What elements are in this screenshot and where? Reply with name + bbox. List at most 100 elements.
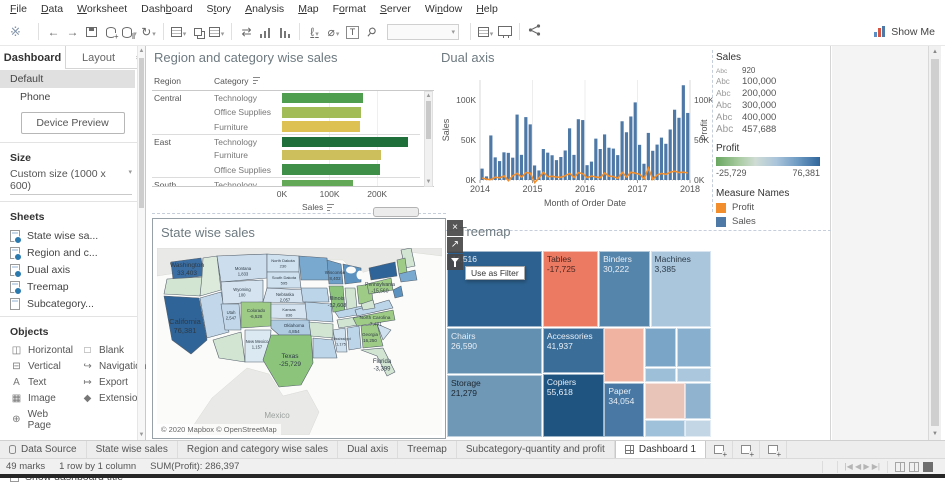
sort-descending-icon[interactable] <box>275 25 294 39</box>
group-members-icon[interactable]: ⌀▾ <box>324 25 343 39</box>
treemap-cell[interactable]: Binders30,222 <box>599 251 650 327</box>
show-me-button[interactable]: Show Me <box>874 26 935 38</box>
share-icon[interactable] <box>525 24 544 39</box>
sheet-tab-dashboard-1[interactable]: Dashboard 1 <box>615 441 706 458</box>
menu-analysis[interactable]: Analysis <box>238 1 291 17</box>
swap-rows-columns-icon[interactable]: ⇄ <box>237 25 256 39</box>
sort-icon[interactable] <box>327 204 334 211</box>
sheet-item[interactable]: State wise sa... <box>0 227 145 244</box>
sales-bar[interactable] <box>282 137 408 148</box>
measure-legend-entry[interactable]: Profit <box>716 202 828 213</box>
redo-icon[interactable]: → <box>63 25 82 39</box>
menu-file[interactable]: File <box>3 1 34 17</box>
sales-bar[interactable] <box>625 132 628 180</box>
device-preview-button[interactable]: Device Preview <box>21 112 125 134</box>
treemap-cell[interactable] <box>685 420 711 437</box>
sheet-item[interactable]: Treemap <box>0 278 145 295</box>
sales-bar[interactable] <box>282 107 361 118</box>
sales-bar[interactable] <box>507 153 510 180</box>
tab-dashboard[interactable]: Dashboard <box>0 46 66 69</box>
state-oregon[interactable] <box>164 277 203 296</box>
menu-story[interactable]: Story <box>200 1 239 17</box>
fit-selector[interactable]: ▾ <box>387 24 459 40</box>
highlight-icon[interactable]: ℓ▾ <box>305 25 324 39</box>
new-story-tab[interactable] <box>760 441 787 458</box>
region-column-header[interactable]: Region <box>154 76 181 86</box>
device-phone[interactable]: Phone <box>0 88 145 106</box>
region-chart-scrollbar[interactable]: ▲▼ <box>424 91 433 187</box>
treemap-cell[interactable] <box>645 383 684 419</box>
sales-bar[interactable] <box>599 149 602 180</box>
sales-legend-entry[interactable]: Abc920 <box>716 66 828 75</box>
object-vertical[interactable]: ⊟Vertical <box>6 358 77 374</box>
run-update-icon[interactable]: ↻▾ <box>139 25 158 39</box>
sales-legend-entry[interactable]: Abc200,000 <box>716 88 828 99</box>
menu-worksheet[interactable]: Worksheet <box>70 1 134 17</box>
sales-bar[interactable] <box>673 110 676 180</box>
presentation-mode-icon[interactable] <box>495 25 514 39</box>
object-text[interactable]: AText <box>6 374 77 390</box>
go-to-sheet-icon[interactable]: ↗ <box>447 237 463 253</box>
state-arkansas[interactable] <box>309 322 333 338</box>
sales-bar[interactable] <box>634 102 637 180</box>
sales-bar[interactable] <box>282 93 363 104</box>
menu-help[interactable]: Help <box>469 1 505 17</box>
sidebar-scrollbar[interactable]: ▲▼ <box>137 46 145 440</box>
profit-color-gradient[interactable] <box>716 157 820 166</box>
treemap-cell[interactable] <box>645 368 676 382</box>
sales-bar[interactable] <box>282 121 360 132</box>
pause-auto-updates-icon[interactable]: ‖▾ <box>120 25 139 39</box>
window-scrollbar[interactable]: ▲▼ <box>928 46 941 440</box>
sales-bar[interactable] <box>581 120 584 180</box>
sales-bar[interactable] <box>612 149 615 180</box>
fix-axes-icon[interactable]: ⚲ <box>360 20 384 43</box>
next-page-icon[interactable]: ▶ <box>863 462 869 471</box>
menu-map[interactable]: Map <box>291 1 325 17</box>
measure-legend-entry[interactable]: Sales <box>716 216 828 227</box>
treemap-cell[interactable]: Tables-17,725 <box>543 251 598 327</box>
category-column-header[interactable]: Category <box>214 76 260 86</box>
treemap-cell[interactable]: Copiers55,618 <box>543 374 604 437</box>
sales-bar[interactable] <box>542 149 545 180</box>
prev-page-icon[interactable]: ◀ <box>855 462 861 471</box>
sheet-tab-subcategory-quantity-and-profit[interactable]: Subcategory-quantity and profit <box>457 441 615 458</box>
new-dashboard-tab[interactable] <box>733 441 760 458</box>
sales-bar[interactable] <box>529 124 532 180</box>
first-page-icon[interactable]: |◀ <box>845 462 853 471</box>
sheet-item[interactable]: Region and c... <box>0 244 145 261</box>
treemap-cell[interactable]: Storage21,279 <box>447 375 542 437</box>
treemap-cell[interactable]: Machines3,385 <box>651 251 711 327</box>
treemap-cell[interactable] <box>677 368 711 382</box>
sort-icon[interactable] <box>253 77 260 84</box>
tab-layout[interactable]: Layout <box>66 46 131 69</box>
treemap-cell[interactable]: Accessories41,937 <box>543 328 604 373</box>
sheet-tab-data-source[interactable]: Data Source <box>0 441 87 458</box>
sheet-tab-region-and-category-wise-sales[interactable]: Region and category wise sales <box>178 441 338 458</box>
sales-bar[interactable] <box>282 150 381 161</box>
dual-axis-plot[interactable]: 201420152016201720180K0K50K50K100K100KSa… <box>437 50 713 214</box>
show-sheets-view-icon[interactable] <box>909 462 919 472</box>
remove-zone-icon[interactable]: × <box>447 220 463 236</box>
undo-icon[interactable]: ← <box>44 25 63 39</box>
treemap-cell[interactable] <box>645 328 676 367</box>
sheet-item[interactable]: Subcategory... <box>0 295 145 312</box>
sort-ascending-icon[interactable] <box>256 25 275 39</box>
sales-legend-entry[interactable]: Abc300,000 <box>716 100 828 111</box>
sales-bar[interactable] <box>686 113 689 180</box>
sheet-tab-dual-axis[interactable]: Dual axis <box>338 441 398 458</box>
duplicate-icon[interactable] <box>188 25 207 39</box>
clear-sheet-icon[interactable]: ▾ <box>207 25 226 39</box>
object-image[interactable]: ▦Image <box>6 390 77 406</box>
new-worksheet-tab[interactable] <box>706 441 733 458</box>
sales-bar[interactable] <box>282 164 380 175</box>
treemap-cell[interactable]: Chairs26,590 <box>447 328 542 374</box>
sheet-tab-treemap[interactable]: Treemap <box>398 441 457 458</box>
sheet-tab-state-wise-sales[interactable]: State wise sales <box>87 441 178 458</box>
device-default[interactable]: Default <box>0 70 135 88</box>
menu-server[interactable]: Server <box>373 1 418 17</box>
menu-data[interactable]: Data <box>34 1 70 17</box>
sales-bar[interactable] <box>682 85 685 180</box>
use-as-filter-icon[interactable] <box>447 254 463 270</box>
sales-bar[interactable] <box>677 118 680 180</box>
treemap-cell[interactable] <box>645 420 684 437</box>
